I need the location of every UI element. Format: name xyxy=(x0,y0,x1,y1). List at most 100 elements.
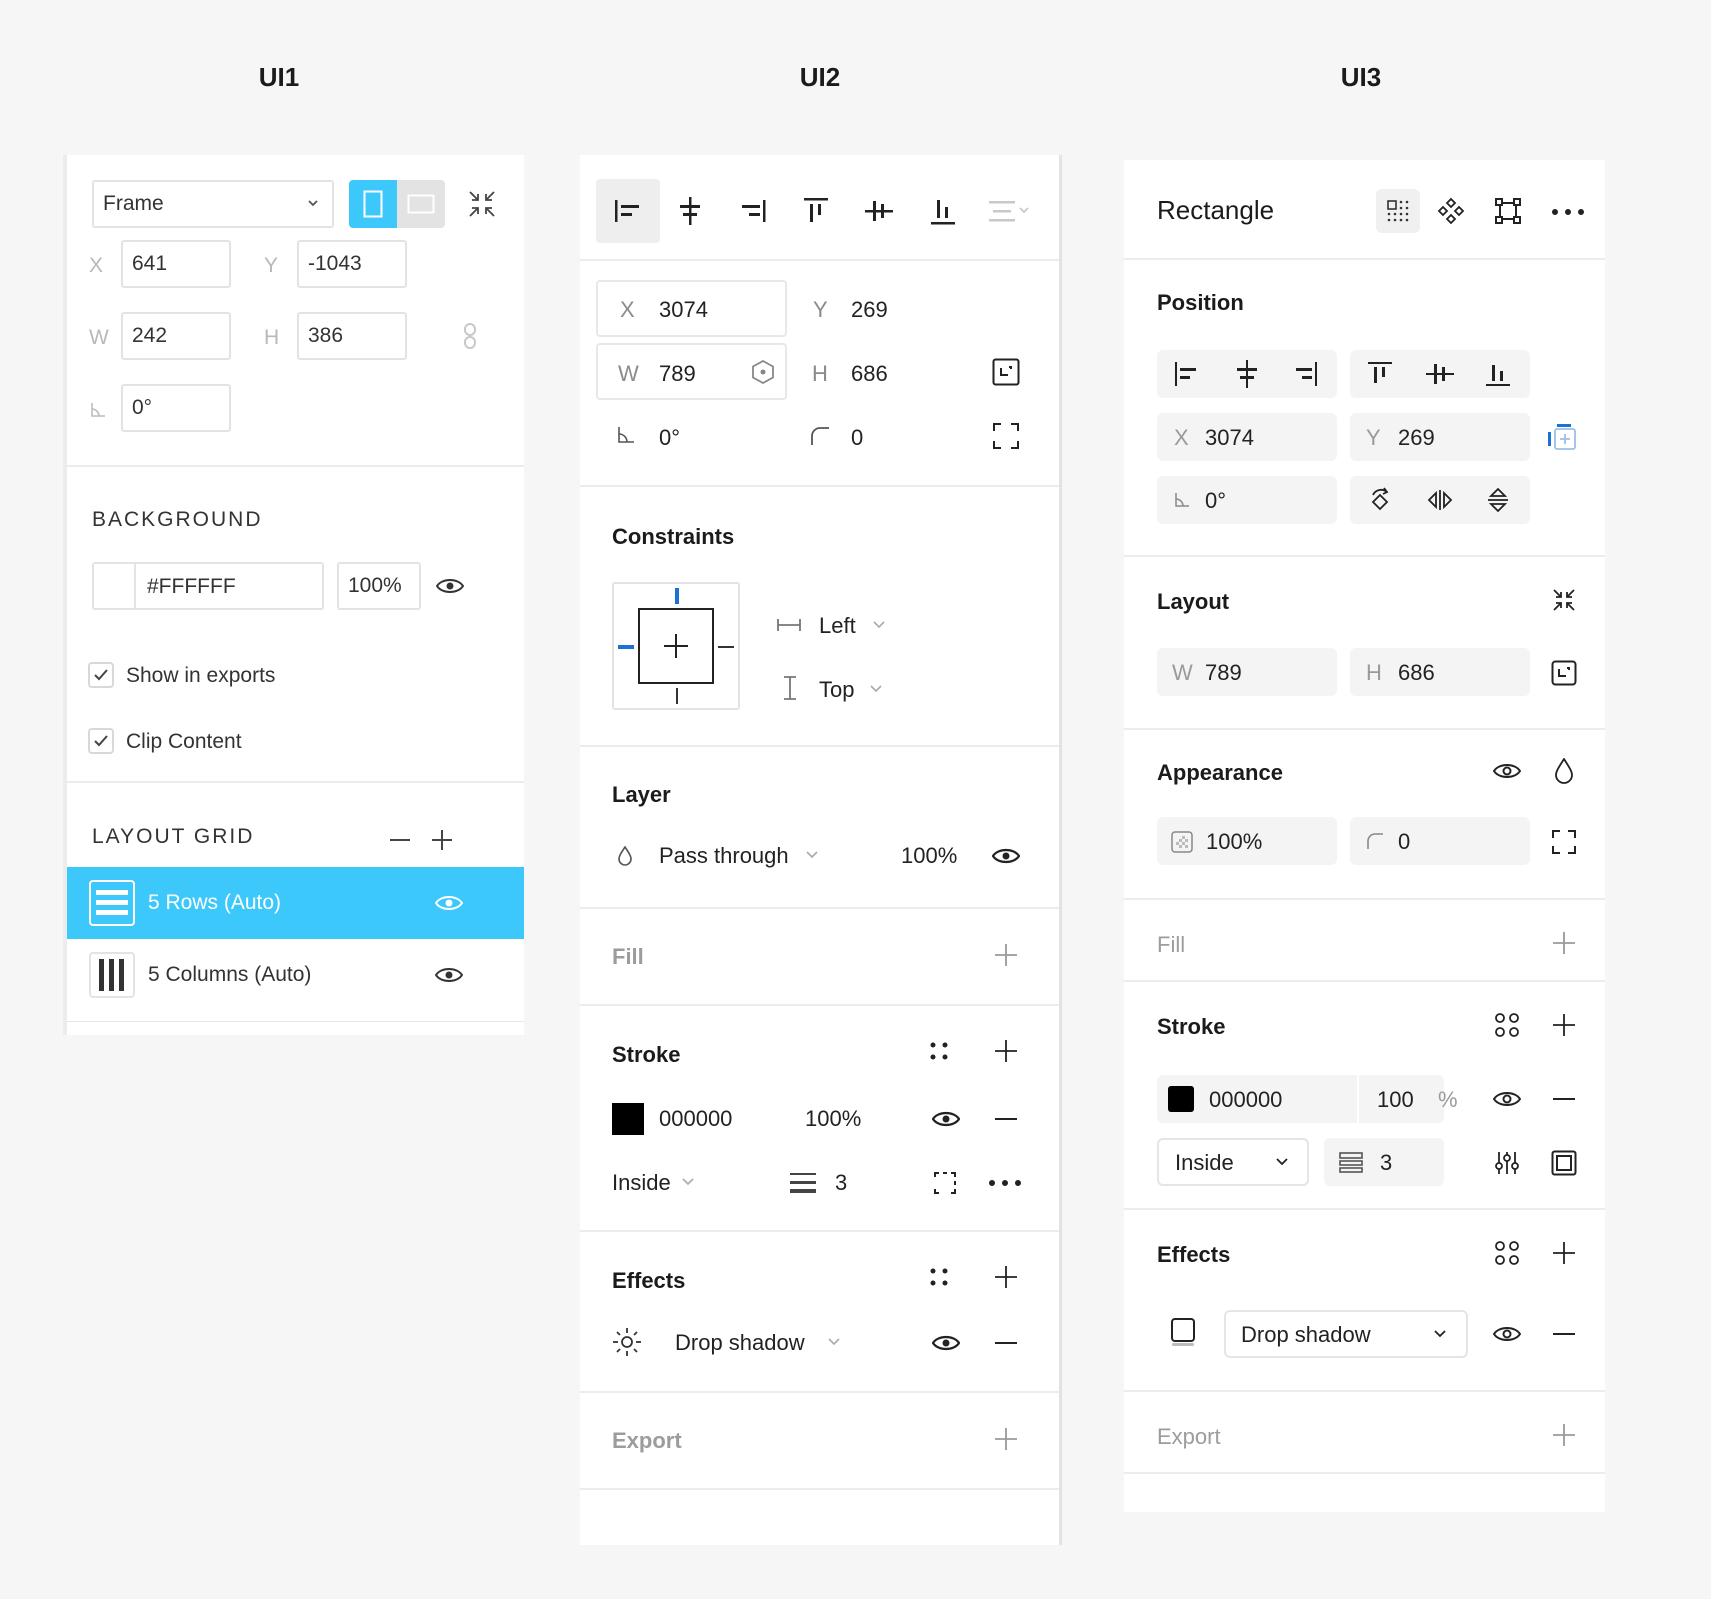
stroke-weight-value[interactable]: 3 xyxy=(835,1170,847,1196)
align-vertical-center-icon[interactable] xyxy=(1418,358,1462,390)
chevron-down-icon[interactable] xyxy=(871,617,887,633)
blend-mode-value[interactable]: Pass through xyxy=(659,843,789,869)
w-value[interactable]: 789 xyxy=(659,361,696,387)
constraint-top-active[interactable] xyxy=(675,588,679,604)
independent-corners-icon[interactable] xyxy=(991,421,1021,451)
vertical-constraint-value[interactable]: Top xyxy=(819,677,854,703)
align-right-icon[interactable] xyxy=(733,193,773,229)
minus-icon[interactable] xyxy=(385,825,415,855)
portrait-orientation-button[interactable] xyxy=(349,180,397,228)
background-opacity-input[interactable]: 100% xyxy=(337,562,421,610)
align-horizontal-center-icon[interactable] xyxy=(670,193,710,229)
grid-item-columns[interactable]: 5 Columns (Auto) xyxy=(67,939,524,1011)
align-vertical-center-icon[interactable] xyxy=(859,193,899,229)
style-circles-icon[interactable] xyxy=(1492,1010,1522,1040)
h-input[interactable]: 386 xyxy=(297,312,407,360)
eye-icon[interactable] xyxy=(433,962,465,988)
flip-vertical-icon[interactable] xyxy=(1478,484,1518,516)
distribute-dropdown-icon[interactable] xyxy=(985,193,1035,229)
frame-type-select[interactable]: Frame xyxy=(92,180,334,228)
blend-drop-icon[interactable] xyxy=(1550,756,1578,786)
layer-opacity-value[interactable]: 100% xyxy=(901,843,957,869)
x-value[interactable]: 3074 xyxy=(659,297,708,323)
align-top-icon[interactable] xyxy=(1358,358,1402,390)
show-in-exports-checkbox[interactable] xyxy=(88,662,114,688)
eye-icon[interactable] xyxy=(1491,1321,1523,1347)
grid-item-rows[interactable]: 5 Rows (Auto) xyxy=(67,867,524,939)
chevron-down-icon[interactable] xyxy=(680,1174,696,1190)
color-swatch[interactable] xyxy=(94,564,136,608)
h-value[interactable]: 686 xyxy=(851,361,888,387)
constraint-right[interactable] xyxy=(718,646,734,648)
frame-selection-icon[interactable] xyxy=(1491,194,1525,228)
align-right-icon[interactable] xyxy=(1283,358,1327,390)
style-grid-dots-icon[interactable] xyxy=(925,1263,953,1291)
plus-icon[interactable] xyxy=(427,825,457,855)
collapse-arrows-icon[interactable] xyxy=(1549,585,1579,615)
chevron-down-icon[interactable] xyxy=(1274,1154,1290,1170)
eye-icon[interactable] xyxy=(990,843,1022,869)
individual-strokes-icon[interactable] xyxy=(930,1168,960,1198)
rotate-90-icon[interactable] xyxy=(1360,484,1400,516)
rotation-value[interactable]: 0° xyxy=(659,425,680,451)
y-input[interactable]: -1043 xyxy=(297,240,407,288)
flip-horizontal-icon[interactable] xyxy=(1420,484,1460,516)
align-top-icon[interactable] xyxy=(796,193,836,229)
plus-icon[interactable] xyxy=(1549,1010,1579,1040)
rotation-input[interactable]: 0° xyxy=(121,384,231,432)
plus-icon[interactable] xyxy=(991,1036,1021,1066)
plus-icon[interactable] xyxy=(1549,1420,1579,1450)
stroke-color-swatch[interactable] xyxy=(612,1103,644,1135)
align-left-icon[interactable] xyxy=(1165,358,1209,390)
chevron-down-icon[interactable] xyxy=(1432,1326,1448,1342)
auto-layout-grid-button[interactable] xyxy=(1376,189,1420,233)
chevron-down-icon[interactable] xyxy=(804,847,820,863)
effect-type-value[interactable]: Drop shadow xyxy=(675,1330,805,1356)
align-left-button[interactable] xyxy=(596,179,660,243)
eye-icon[interactable] xyxy=(930,1330,962,1356)
eye-icon[interactable] xyxy=(434,573,466,599)
constraint-bottom[interactable] xyxy=(676,688,678,704)
plus-icon[interactable] xyxy=(1549,928,1579,958)
stroke-color-swatch[interactable] xyxy=(1168,1086,1194,1112)
clip-content-checkbox[interactable] xyxy=(88,728,114,754)
independent-corners-icon[interactable] xyxy=(1549,827,1579,857)
eye-icon[interactable] xyxy=(1491,1086,1523,1112)
stroke-settings-sliders-icon[interactable] xyxy=(1492,1148,1522,1178)
stroke-opacity-value[interactable]: 100% xyxy=(805,1106,861,1132)
stroke-inside-frame-icon[interactable] xyxy=(1549,1148,1579,1178)
minus-icon[interactable] xyxy=(991,1105,1021,1133)
constrain-proportions-link-icon[interactable] xyxy=(461,321,479,351)
style-circles-icon[interactable] xyxy=(1492,1238,1522,1268)
align-horizontal-center-icon[interactable] xyxy=(1225,358,1269,390)
plus-icon[interactable] xyxy=(1549,1238,1579,1268)
resize-to-fit-icon[interactable] xyxy=(991,357,1021,387)
more-options-icon[interactable] xyxy=(985,1173,1025,1193)
hexagon-constraint-icon[interactable] xyxy=(750,359,776,385)
constraints-widget[interactable] xyxy=(612,582,740,710)
constraint-left-active[interactable] xyxy=(618,645,634,649)
chevron-down-icon[interactable] xyxy=(826,1334,842,1350)
effect-shadow-square-icon[interactable] xyxy=(1168,1316,1198,1348)
minus-icon[interactable] xyxy=(1549,1320,1579,1348)
align-bottom-icon[interactable] xyxy=(1476,358,1520,390)
stroke-position-value[interactable]: Inside xyxy=(612,1170,671,1196)
collapse-arrows-icon[interactable] xyxy=(465,187,499,221)
eye-icon[interactable] xyxy=(930,1106,962,1132)
w-input[interactable]: 242 xyxy=(121,312,231,360)
component-icon[interactable] xyxy=(1434,194,1468,228)
eye-icon[interactable] xyxy=(1491,758,1523,784)
chevron-down-icon[interactable] xyxy=(868,681,884,697)
effect-sun-icon[interactable] xyxy=(610,1325,644,1359)
horizontal-constraint-value[interactable]: Left xyxy=(819,613,856,639)
resize-to-fit-icon[interactable] xyxy=(1549,658,1579,688)
minus-icon[interactable] xyxy=(1549,1085,1579,1113)
plus-icon[interactable] xyxy=(991,940,1021,970)
corner-radius-value[interactable]: 0 xyxy=(851,425,863,451)
y-value[interactable]: 269 xyxy=(851,297,888,323)
landscape-orientation-button[interactable] xyxy=(397,180,445,228)
stroke-hex-value[interactable]: 000000 xyxy=(659,1106,732,1132)
plus-icon[interactable] xyxy=(991,1424,1021,1454)
style-grid-dots-icon[interactable] xyxy=(925,1037,953,1065)
align-bottom-icon[interactable] xyxy=(923,193,963,229)
